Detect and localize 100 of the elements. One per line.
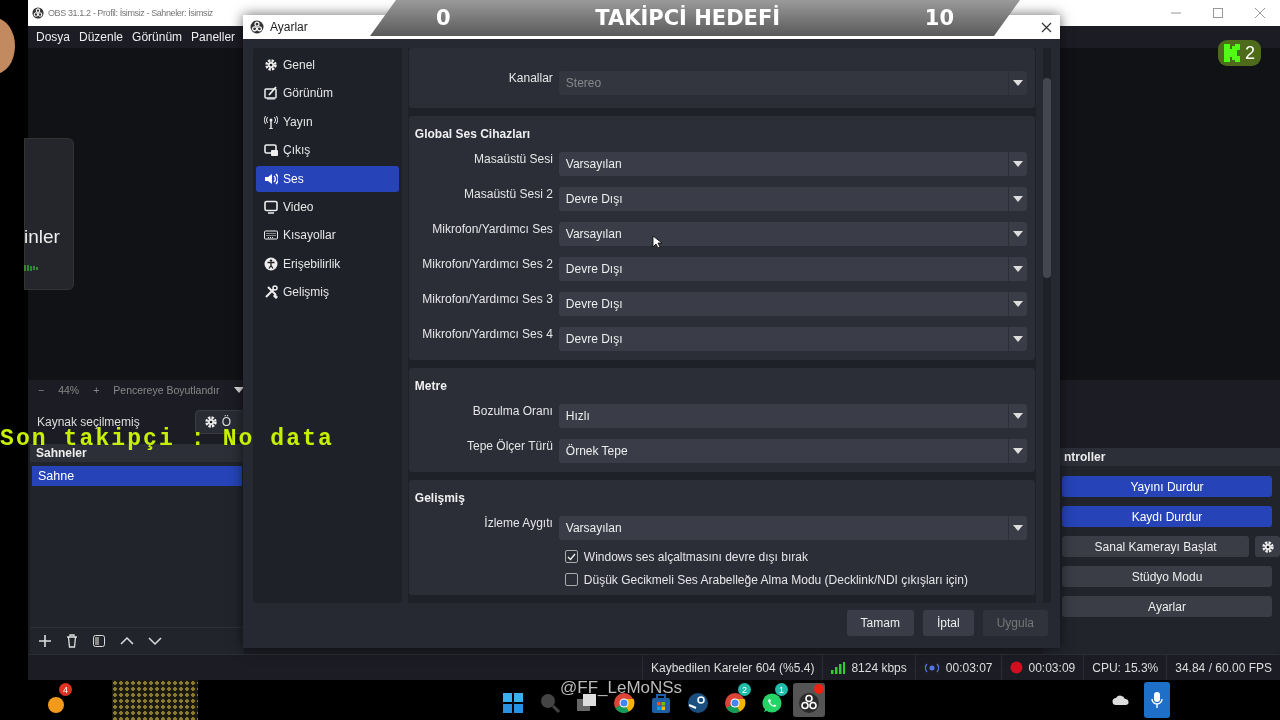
tools-icon — [264, 285, 278, 300]
obs-logo-icon — [798, 692, 820, 714]
dropdown[interactable]: Devre Dışı — [558, 291, 1027, 316]
sidebar-item[interactable]: Video — [256, 193, 399, 220]
sidebar-item[interactable]: Görünüm — [256, 80, 399, 107]
antenna-icon — [264, 114, 278, 129]
checkbox-label: Windows ses alçaltmasını devre dışı bırak — [583, 549, 808, 564]
caret-icon — [1013, 447, 1023, 454]
menu-item[interactable]: Paneller — [191, 30, 236, 44]
obs-logo-icon — [250, 20, 264, 34]
status-text: Kaynak seçilmemiş — [37, 415, 140, 429]
caret-icon — [1013, 524, 1023, 531]
dropdown[interactable]: Devre Dışı — [558, 256, 1027, 281]
caret-icon — [1013, 265, 1023, 272]
sidebar-item[interactable]: Kısayollar — [256, 222, 399, 249]
goal-target-value: 10 — [924, 6, 954, 30]
control-button[interactable]: Kaydı Durdur — [1062, 506, 1272, 527]
field-label: İzleme Aygıtı — [483, 515, 554, 530]
menu-item[interactable]: Görünüm — [132, 30, 183, 44]
dropdown[interactable]: Varsayılan — [558, 221, 1027, 246]
close-icon[interactable] — [1041, 21, 1052, 33]
status-text: 34.84 / 60.00 FPS — [1175, 660, 1272, 675]
dropdown[interactable]: Varsayılan — [558, 515, 1027, 540]
sidebar-item[interactable]: Ses — [256, 165, 399, 192]
caret-icon — [1013, 412, 1023, 419]
caret-icon — [1013, 79, 1023, 86]
goal-start-value: 0 — [436, 6, 451, 30]
caret-icon — [1013, 230, 1023, 237]
dropdown[interactable]: Varsayılan — [558, 151, 1027, 176]
checkbox[interactable] — [564, 573, 578, 586]
add-icon[interactable] — [38, 634, 52, 648]
control-button[interactable]: Sanal Kamerayı Başlat — [1062, 536, 1250, 557]
start-icon — [502, 692, 524, 714]
checkbox-label: Düşük Gecikmeli Ses Arabelleğe Alma Modu (Decklink/NDI çıkışları için) — [583, 572, 968, 587]
checkbox[interactable] — [564, 550, 578, 563]
zoom-in-button[interactable]: + — [93, 384, 100, 396]
cloud-icon[interactable] — [1112, 694, 1130, 706]
weather-button[interactable]: 4 — [40, 683, 72, 717]
sidebar-item[interactable]: Erişebilirlik — [256, 250, 399, 277]
broadcast-icon — [923, 661, 940, 674]
microphone-button[interactable] — [1144, 682, 1170, 718]
status-text: 00:03:07 — [945, 660, 993, 675]
audio-level-icon — [24, 264, 38, 272]
menu-item[interactable]: Düzenle — [79, 30, 124, 44]
control-button[interactable]: Ayarlar — [1062, 596, 1272, 617]
section-heading: Global Ses Cihazları — [413, 126, 532, 143]
notification-badge: 1 — [775, 683, 788, 696]
field-label: Mikrofon/Yardımcı Ses 4 — [421, 326, 554, 341]
section-heading: Gelişmiş — [413, 490, 466, 507]
record-dot-icon — [1009, 661, 1023, 674]
sidebar-item[interactable]: Genel — [256, 52, 399, 78]
screen-camera-icon — [264, 143, 278, 158]
status-text: 00:03:09 — [1028, 660, 1076, 675]
taskbar-app[interactable] — [793, 683, 825, 717]
trash-icon[interactable] — [66, 634, 78, 648]
dropdown[interactable]: Örnek Tepe — [558, 438, 1027, 463]
chat-bubble-icon — [761, 692, 783, 714]
field-label: Kanallar — [507, 70, 554, 85]
monitor-icon — [264, 199, 278, 214]
speaker-icon — [264, 171, 278, 186]
settings-button[interactable] — [1255, 536, 1280, 557]
sidebar-item[interactable]: Gelişmiş — [256, 279, 399, 306]
dialog-button[interactable]: İptal — [922, 610, 974, 636]
caret-icon — [1013, 160, 1023, 167]
status-text: CPU: 15.3% — [1092, 660, 1159, 675]
steam-icon — [687, 692, 709, 714]
chrome-icon — [724, 692, 746, 714]
profile-name: inler — [24, 226, 60, 248]
gear-icon — [203, 415, 218, 429]
caret-icon — [233, 387, 244, 393]
keyboard-icon — [264, 228, 278, 243]
sidebar-item[interactable]: Yayın — [256, 108, 399, 135]
dropdown[interactable]: Devre Dışı — [558, 186, 1027, 211]
dialog-button[interactable]: Tamam — [846, 610, 914, 636]
dropdown[interactable]: Devre Dışı — [558, 326, 1027, 351]
field-label: Masaüstü Sesi — [473, 151, 554, 166]
zoom-out-button[interactable]: − — [38, 384, 45, 396]
gear-icon — [1260, 539, 1275, 554]
dropdown[interactable]: Hızlı — [558, 403, 1027, 428]
fit-to-window-dropdown[interactable]: Pencereye Boyutlandır — [113, 384, 220, 396]
caret-icon — [1013, 195, 1023, 202]
control-button[interactable]: Stüdyo Modu — [1062, 566, 1272, 587]
window-title: OBS 31.1.2 - Profil: İsimsiz - Sahneler: İsimsiz — [48, 8, 213, 18]
field-label: Tepe Ölçer Türü — [466, 438, 554, 453]
notification-badge: 2 — [738, 683, 751, 696]
scrollbar-thumb[interactable] — [1043, 78, 1051, 278]
scene-item[interactable]: Sahne — [32, 466, 242, 486]
obs-logo-icon — [32, 7, 44, 19]
maximize-icon[interactable] — [1212, 7, 1224, 19]
sidebar-item[interactable]: Çıkış — [256, 137, 399, 164]
k-logo-icon — [1224, 44, 1240, 62]
goal-title: TAKİPCİ HEDEFİ — [595, 6, 781, 30]
accessibility-icon — [264, 256, 278, 271]
menu-item[interactable]: Dosya — [36, 30, 70, 44]
status-text: 8124 kbps — [851, 660, 907, 675]
microphone-icon — [1151, 691, 1163, 709]
control-button[interactable]: Yayını Durdur — [1062, 476, 1272, 497]
signal-bars-icon — [831, 661, 846, 674]
channel-handle: @FF_LeMoNSs — [560, 678, 683, 698]
filter-icon[interactable] — [92, 634, 106, 648]
